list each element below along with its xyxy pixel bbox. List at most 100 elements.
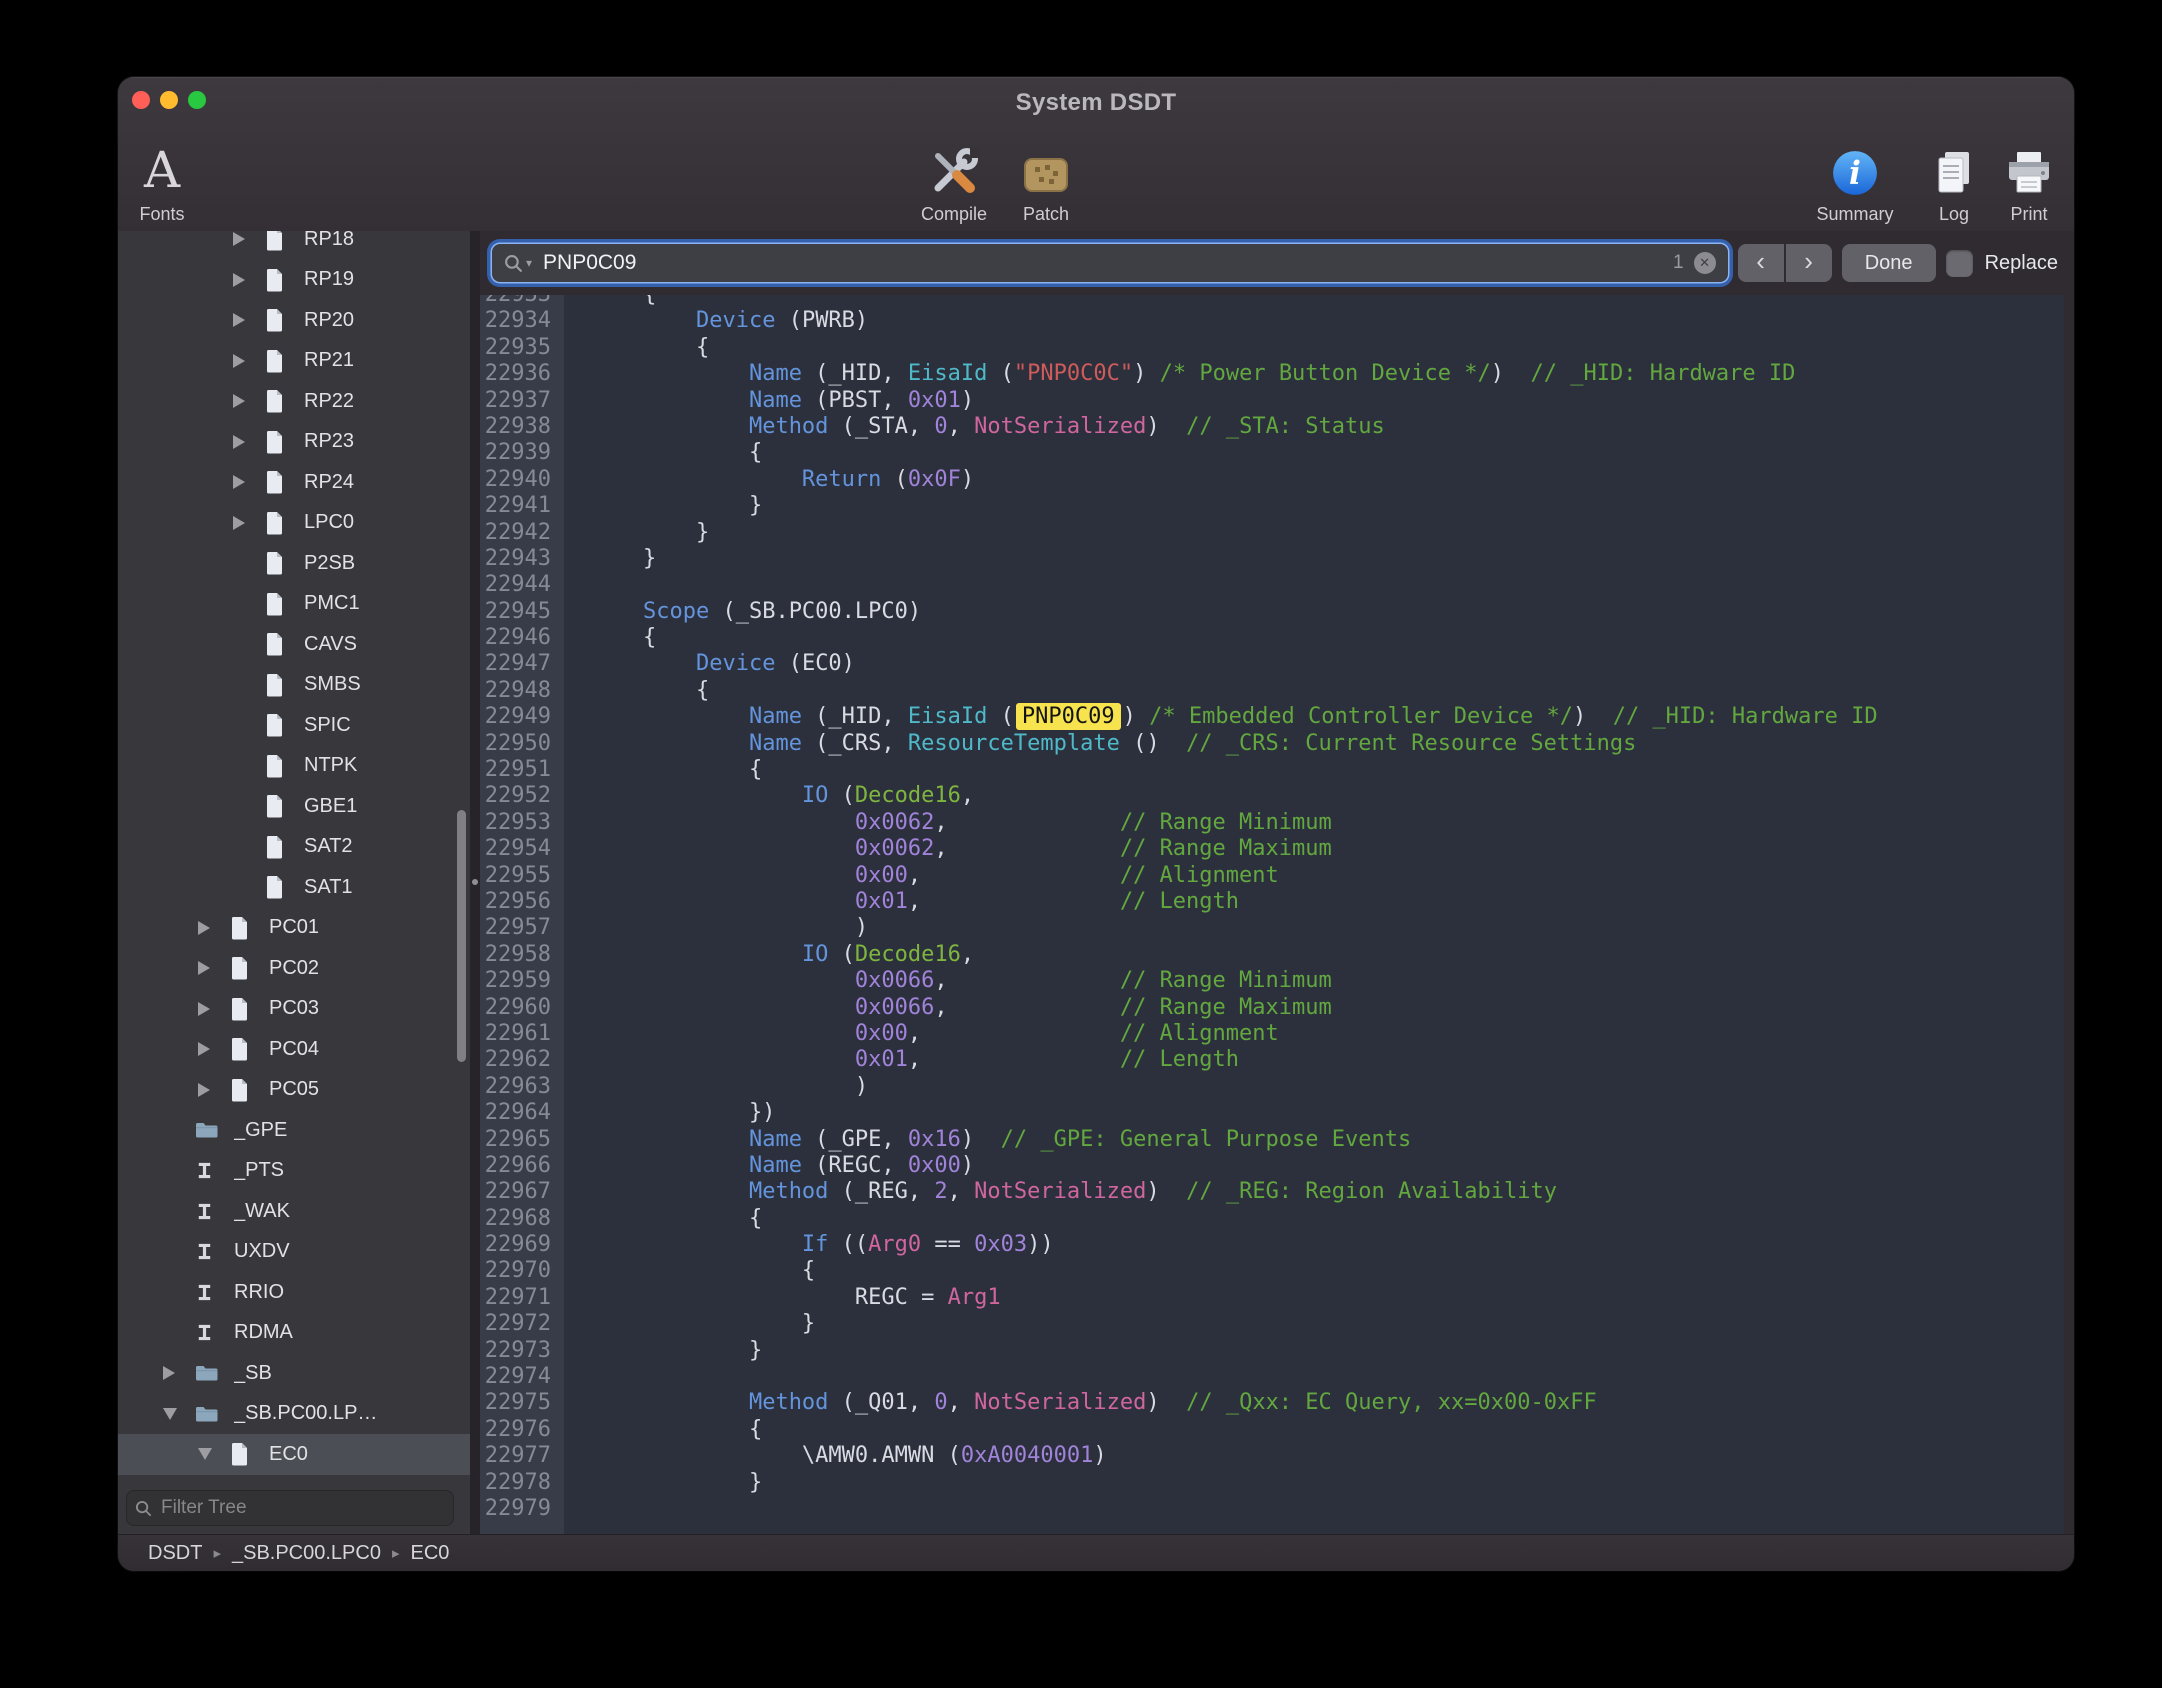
code-line[interactable]: Method (_STA, 0, NotSerialized) // _STA:… — [590, 414, 2064, 440]
disclosure-right-icon[interactable] — [198, 1002, 230, 1016]
sidebar-item-ec0[interactable]: EC0 — [118, 1434, 470, 1475]
code-line[interactable]: } — [590, 520, 2064, 546]
breadcrumb-item[interactable]: DSDT — [148, 1542, 202, 1565]
sidebar-item-spic[interactable]: SPIC — [118, 705, 470, 746]
code-line[interactable]: 0x0062, // Range Maximum — [590, 836, 2064, 862]
code-line[interactable]: Method (_REG, 2, NotSerialized) // _REG:… — [590, 1179, 2064, 1205]
code-line[interactable]: } — [590, 1470, 2064, 1496]
disclosure-right-icon[interactable] — [233, 475, 265, 489]
code-line[interactable]: { — [590, 1258, 2064, 1284]
sidebar-item-smbs[interactable]: SMBS — [118, 665, 470, 706]
print-button[interactable]: Print — [1986, 121, 2072, 231]
code-line[interactable]: 0x00, // Alignment — [590, 1021, 2064, 1047]
sidebar-item-_pts[interactable]: _PTS — [118, 1151, 470, 1192]
filter-tree-field[interactable] — [126, 1490, 454, 1526]
code-line[interactable]: { — [590, 678, 2064, 704]
sidebar-item-sat2[interactable]: SAT2 — [118, 827, 470, 868]
disclosure-right-icon[interactable] — [233, 516, 265, 530]
disclosure-right-icon[interactable] — [198, 1042, 230, 1056]
sidebar-item-pc02[interactable]: PC02 — [118, 948, 470, 989]
clear-search-icon[interactable]: ✕ — [1694, 252, 1716, 274]
code-line[interactable]: } — [590, 493, 2064, 519]
search-input[interactable] — [541, 250, 1673, 276]
code-line[interactable]: Name (_HID, EisaId ("PNP0C0C") /* Power … — [590, 361, 2064, 387]
disclosure-right-icon[interactable] — [198, 1083, 230, 1097]
breadcrumb-item[interactable]: _SB.PC00.LPC0 — [232, 1542, 381, 1565]
sidebar-item-_wak[interactable]: _WAK — [118, 1191, 470, 1232]
disclosure-right-icon[interactable] — [233, 313, 265, 327]
code-line[interactable]: REGC = Arg1 — [590, 1285, 2064, 1311]
sidebar-item-rp20[interactable]: RP20 — [118, 300, 470, 341]
find-previous-button[interactable]: ‹ — [1738, 244, 1784, 282]
code-line[interactable]: 0x0066, // Range Minimum — [590, 968, 2064, 994]
search-menu-chevron-icon[interactable]: ▾ — [526, 256, 532, 270]
disclosure-right-icon[interactable] — [233, 354, 265, 368]
sidebar-item-rrio[interactable]: RRIO — [118, 1272, 470, 1313]
sidebar-item-_sb[interactable]: _SB — [118, 1353, 470, 1394]
patch-button[interactable]: Patch — [1001, 121, 1091, 231]
code-line[interactable]: Device (PWRB) — [590, 308, 2064, 334]
search-field[interactable]: ▾ 1 ✕ — [492, 244, 1728, 282]
disclosure-right-icon[interactable] — [233, 435, 265, 449]
code-line[interactable]: Method (_Q01, 0, NotSerialized) // _Qxx:… — [590, 1390, 2064, 1416]
sidebar-item-rp23[interactable]: RP23 — [118, 422, 470, 463]
sidebar-item-rp21[interactable]: RP21 — [118, 341, 470, 382]
disclosure-right-icon[interactable] — [233, 273, 265, 287]
sidebar-item-rp24[interactable]: RP24 — [118, 462, 470, 503]
sidebar-item-rp18[interactable]: RP18 — [118, 231, 470, 260]
pane-splitter[interactable] — [470, 231, 480, 1535]
code-line[interactable]: } — [590, 546, 2064, 572]
code-line[interactable]: 0x0062, // Range Minimum — [590, 810, 2064, 836]
sidebar-item-pmc1[interactable]: PMC1 — [118, 584, 470, 625]
code-line[interactable]: Name (_CRS, ResourceTemplate () // _CRS:… — [590, 731, 2064, 757]
fonts-button[interactable]: A Fonts — [120, 121, 204, 231]
disclosure-right-icon[interactable] — [198, 921, 230, 935]
code-line[interactable]: ) — [590, 915, 2064, 941]
code-line[interactable]: IO (Decode16, — [590, 783, 2064, 809]
code-line[interactable]: { — [590, 440, 2064, 466]
code-line[interactable]: } — [590, 1311, 2064, 1337]
code-line[interactable]: If ((Arg0 == 0x03)) — [590, 1232, 2064, 1258]
code-line[interactable] — [590, 572, 2064, 598]
disclosure-right-icon[interactable] — [233, 394, 265, 408]
sidebar-item-pc03[interactable]: PC03 — [118, 989, 470, 1030]
sidebar-item-rp19[interactable]: RP19 — [118, 260, 470, 301]
code-line[interactable]: Name (_HID, EisaId (PNP0C09) /* Embedded… — [590, 704, 2064, 730]
sidebar-item-sat1[interactable]: SAT1 — [118, 867, 470, 908]
find-next-button[interactable]: › — [1786, 244, 1832, 282]
filter-tree-input[interactable] — [159, 1496, 445, 1520]
sidebar-item-pc04[interactable]: PC04 — [118, 1029, 470, 1070]
breadcrumb-item[interactable]: EC0 — [411, 1542, 450, 1565]
code-line[interactable]: { — [590, 1206, 2064, 1232]
code-line[interactable]: 0x01, // Length — [590, 1047, 2064, 1073]
summary-button[interactable]: i Summary — [1810, 121, 1900, 231]
disclosure-down-icon[interactable] — [198, 1448, 230, 1460]
code-line[interactable] — [590, 1496, 2064, 1522]
code-line[interactable]: Scope (_SB.PC00.LPC0) — [590, 599, 2064, 625]
code-line[interactable]: { — [590, 625, 2064, 651]
sidebar-item-pc01[interactable]: PC01 — [118, 908, 470, 949]
search-icon[interactable] — [504, 254, 523, 273]
disclosure-right-icon[interactable] — [233, 232, 265, 246]
disclosure-right-icon[interactable] — [198, 961, 230, 975]
sidebar-item-pc05[interactable]: PC05 — [118, 1070, 470, 1111]
sidebar-item-lpc0[interactable]: LPC0 — [118, 503, 470, 544]
code-line[interactable]: \AMW0.AMWN (0xA0040001) — [590, 1443, 2064, 1469]
sidebar-item-gbe1[interactable]: GBE1 — [118, 786, 470, 827]
code-line[interactable]: } — [590, 1338, 2064, 1364]
sidebar-item-cavs[interactable]: CAVS — [118, 624, 470, 665]
disclosure-right-icon[interactable] — [163, 1366, 195, 1380]
code-line[interactable]: ) — [590, 1074, 2064, 1100]
code-line[interactable]: { — [590, 757, 2064, 783]
code-line[interactable]: 0x00, // Alignment — [590, 863, 2064, 889]
code-editor[interactable]: 2293322934229352293622937229382293922940… — [480, 295, 2064, 1535]
sidebar-item-_sb.pc00.lp…[interactable]: _SB.PC00.LP… — [118, 1394, 470, 1435]
sidebar-item-uxdv[interactable]: UXDV — [118, 1232, 470, 1273]
sidebar-item-ntpk[interactable]: NTPK — [118, 746, 470, 787]
disclosure-down-icon[interactable] — [163, 1408, 195, 1420]
done-button[interactable]: Done — [1842, 244, 1936, 282]
code-area[interactable]: { Device (PWRB) { Name (_HID, EisaId ("P… — [564, 295, 2064, 1522]
code-line[interactable]: Name (PBST, 0x01) — [590, 388, 2064, 414]
compile-button[interactable]: Compile — [909, 121, 999, 231]
code-line[interactable]: Return (0x0F) — [590, 467, 2064, 493]
